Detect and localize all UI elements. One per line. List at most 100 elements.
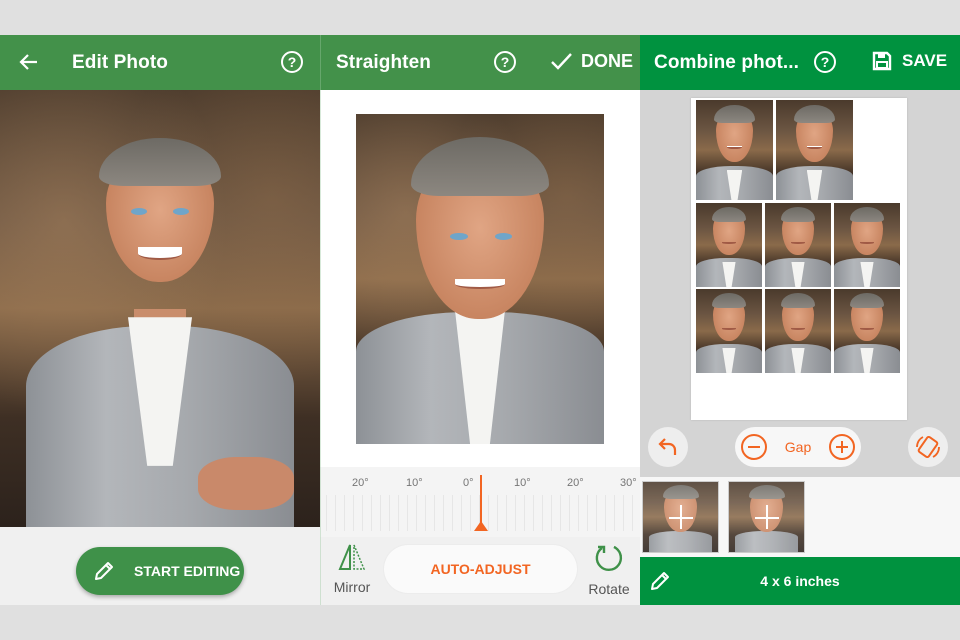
sheet-photo[interactable] <box>696 289 762 373</box>
combine-photos-screen: Combine phot... ? SAVE Gap 4 x 6 inches <box>640 35 960 605</box>
save-button[interactable]: SAVE <box>872 51 947 71</box>
tick-label: 20° <box>352 477 369 489</box>
floppy-disk-icon <box>872 51 892 71</box>
angle-needle[interactable] <box>480 475 482 525</box>
sheet-photo[interactable] <box>834 289 900 373</box>
ruler-tick <box>578 495 579 531</box>
ruler-tick <box>443 495 444 531</box>
ruler-tick <box>533 495 534 531</box>
arrow-left-icon <box>19 54 37 70</box>
ruler-tick <box>362 495 363 531</box>
ruler-tick <box>371 495 372 531</box>
tick-label: 10° <box>514 477 531 489</box>
tick-label: 10° <box>406 477 423 489</box>
sheet-photo[interactable] <box>696 203 762 287</box>
ruler-tick <box>623 495 624 531</box>
bottom-bar: START EDITING <box>0 527 320 605</box>
mirror-label: Mirror <box>333 579 371 595</box>
ruler-tick <box>416 495 417 531</box>
tray-photo[interactable] <box>642 481 719 553</box>
ruler-tick <box>380 495 381 531</box>
auto-adjust-button[interactable]: AUTO-ADJUST <box>384 545 577 593</box>
app-bar: Edit Photo ? <box>0 35 320 90</box>
sheet-photo[interactable] <box>776 100 853 200</box>
ruler-tick <box>605 495 606 531</box>
rotate-button[interactable]: Rotate <box>584 543 634 597</box>
ruler-tick <box>452 495 453 531</box>
sheet-photo[interactable] <box>834 203 900 287</box>
ruler-tick <box>326 495 327 531</box>
ruler-tick <box>542 495 543 531</box>
ruler-tick <box>569 495 570 531</box>
ruler-tick <box>614 495 615 531</box>
edit-photo-screen: Edit Photo ? START EDITING <box>0 35 320 605</box>
tray-photo[interactable] <box>728 481 805 553</box>
ruler-tick <box>353 495 354 531</box>
mirror-icon <box>338 544 366 570</box>
rotate-orientation-icon <box>916 435 940 459</box>
ruler-tick <box>389 495 390 531</box>
help-button[interactable]: ? <box>281 51 303 73</box>
ruler-tick <box>434 495 435 531</box>
tick-label: 30° <box>620 477 637 489</box>
footer-bar: 4 x 6 inches <box>640 557 960 605</box>
screen-title: Combine phot... <box>654 51 800 73</box>
help-button[interactable]: ? <box>814 51 836 73</box>
rotate-icon <box>595 545 623 572</box>
screen-title: Edit Photo <box>72 51 168 73</box>
sheet-photo[interactable] <box>696 100 773 200</box>
mirror-button[interactable]: Mirror <box>330 543 374 595</box>
sheet-photo[interactable] <box>765 203 831 287</box>
straighten-toolbar: Mirror AUTO-ADJUST Rotate <box>320 537 640 605</box>
print-sheet <box>691 98 907 420</box>
ruler-tick <box>560 495 561 531</box>
tick-label: 0° <box>463 477 474 489</box>
ruler-tick <box>632 495 633 531</box>
sheet-photo[interactable] <box>765 289 831 373</box>
ruler-tick <box>515 495 516 531</box>
save-label: SAVE <box>902 51 948 70</box>
ruler-tick <box>524 495 525 531</box>
angle-ruler[interactable]: 20° 10° 0° 10° 20° 30° <box>320 467 640 537</box>
done-button[interactable]: DONE <box>549 49 633 73</box>
layout-controls: Gap <box>640 427 960 477</box>
photo-tray <box>640 477 960 557</box>
print-size-label[interactable]: 4 x 6 inches <box>640 573 960 589</box>
ruler-tick <box>470 495 471 531</box>
ruler-tick <box>335 495 336 531</box>
undo-button[interactable] <box>648 427 688 467</box>
help-button[interactable]: ? <box>494 51 516 73</box>
start-editing-button[interactable]: START EDITING <box>76 547 244 595</box>
preview-photo <box>356 114 604 444</box>
gap-control: Gap <box>735 427 861 467</box>
ruler-tick <box>488 495 489 531</box>
app-bar: Straighten ? DONE <box>320 35 640 90</box>
start-editing-label: START EDITING <box>134 563 241 579</box>
rotate-label: Rotate <box>588 581 630 597</box>
straighten-screen: Straighten ? DONE 20° 10° 0° 10° 20° 30°… <box>320 35 640 605</box>
back-button[interactable] <box>18 51 40 73</box>
ruler-tick <box>425 495 426 531</box>
ruler-tick <box>596 495 597 531</box>
done-label: DONE <box>581 50 634 71</box>
layout-preview-area: Gap <box>640 90 960 477</box>
plus-circle-icon[interactable] <box>829 434 855 460</box>
angle-pointer <box>474 521 488 531</box>
minus-circle-icon[interactable] <box>741 434 767 460</box>
orientation-button[interactable] <box>908 427 948 467</box>
main-photo <box>0 90 320 527</box>
pencil-icon <box>95 562 113 580</box>
gap-label: Gap <box>784 439 812 455</box>
ruler-tick <box>407 495 408 531</box>
panel-divider <box>320 35 321 605</box>
ruler-tick <box>398 495 399 531</box>
undo-icon <box>658 438 677 455</box>
ruler-tick <box>587 495 588 531</box>
screen-title: Straighten <box>336 51 431 73</box>
ruler-tick <box>497 495 498 531</box>
ruler-tick <box>551 495 552 531</box>
app-screens: Edit Photo ? START EDITING Straighten ? <box>0 35 960 605</box>
checkmark-icon <box>551 53 572 70</box>
tick-label: 20° <box>567 477 584 489</box>
ruler-tick <box>506 495 507 531</box>
